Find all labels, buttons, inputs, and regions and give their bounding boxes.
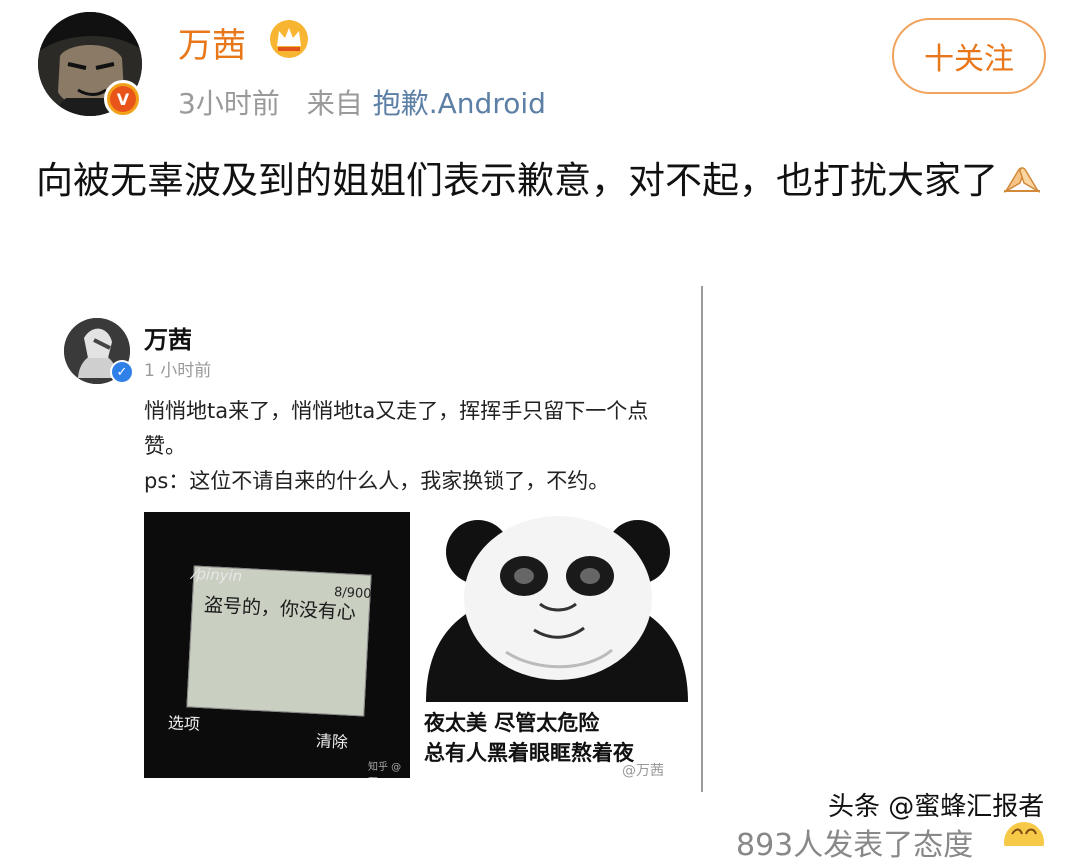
verified-badge-icon: V [104, 80, 142, 118]
phone-softkey-left: 选项 [167, 713, 201, 734]
embedded-verified-icon: ✓ [110, 360, 134, 384]
post-text: 向被无辜波及到的姐姐们表示歉意，对不起，也打扰大家了 [36, 159, 998, 202]
embedded-username: 万茜 [144, 326, 192, 354]
embedded-text-line: ps：这位不请自来的什么人，我家换锁了，不约。 [144, 469, 610, 493]
post-username[interactable]: 万茜 [178, 18, 246, 67]
post-body: 向被无辜波及到的姐姐们表示歉意，对不起，也打扰大家了 [36, 150, 1046, 214]
embedded-text-line: 悄悄地ta来了，悄悄地ta又走了，挥挥手只留下一个点赞。 [144, 399, 649, 458]
reactions-count[interactable]: 893人发表了态度 [736, 820, 973, 864]
follow-button[interactable]: 十关注 [892, 18, 1046, 94]
embedded-text: 悄悄地ta来了，悄悄地ta又走了，挥挥手只留下一个点赞。 ps：这位不请自来的什… [144, 394, 684, 499]
crown-icon [268, 18, 310, 62]
panda-caption-line: 夜太美 尽管太危险 [424, 711, 600, 735]
phone-softkey-right: 清除 [315, 731, 349, 752]
panda-face-icon [426, 516, 688, 702]
post-from-label: 来自 [306, 87, 363, 120]
phone-watermark: 知乎 @万 [368, 762, 402, 778]
phone-brand: ⁄pinyin [193, 564, 243, 586]
embedded-post-image[interactable]: ✓ 万茜 1 小时前 悄悄地ta来了，悄悄地ta又走了，挥挥手只留下一个点赞。 … [34, 286, 704, 792]
embedded-time: 1 小时前 [144, 361, 212, 381]
panda-meme-image: 夜太美 尽管太危险 总有人黑着眼眶熬着夜 @万茜 [416, 512, 698, 778]
panda-watermark: @万茜 [622, 763, 664, 778]
source-watermark: 头条 @蜜蜂汇报者 [828, 792, 1045, 822]
post-source[interactable]: 抱歉.Android [373, 87, 546, 120]
panda-caption-line: 总有人黑着眼眶熬着夜 [424, 741, 634, 765]
phone-meme-image: ⁄pinyin 8/900 盗号的，你没有心 选项 清除 知乎 @万 [144, 512, 410, 778]
image-divider [701, 286, 703, 792]
panda-caption: 夜太美 尽管太危险 总有人黑着眼眶熬着夜 [424, 708, 634, 768]
post-time: 3小时前 [178, 87, 280, 120]
laughing-emoji-icon [1002, 820, 1046, 862]
praying-hands-icon [1002, 152, 1042, 214]
post-meta: 3小时前 来自 抱歉.Android [178, 82, 564, 122]
